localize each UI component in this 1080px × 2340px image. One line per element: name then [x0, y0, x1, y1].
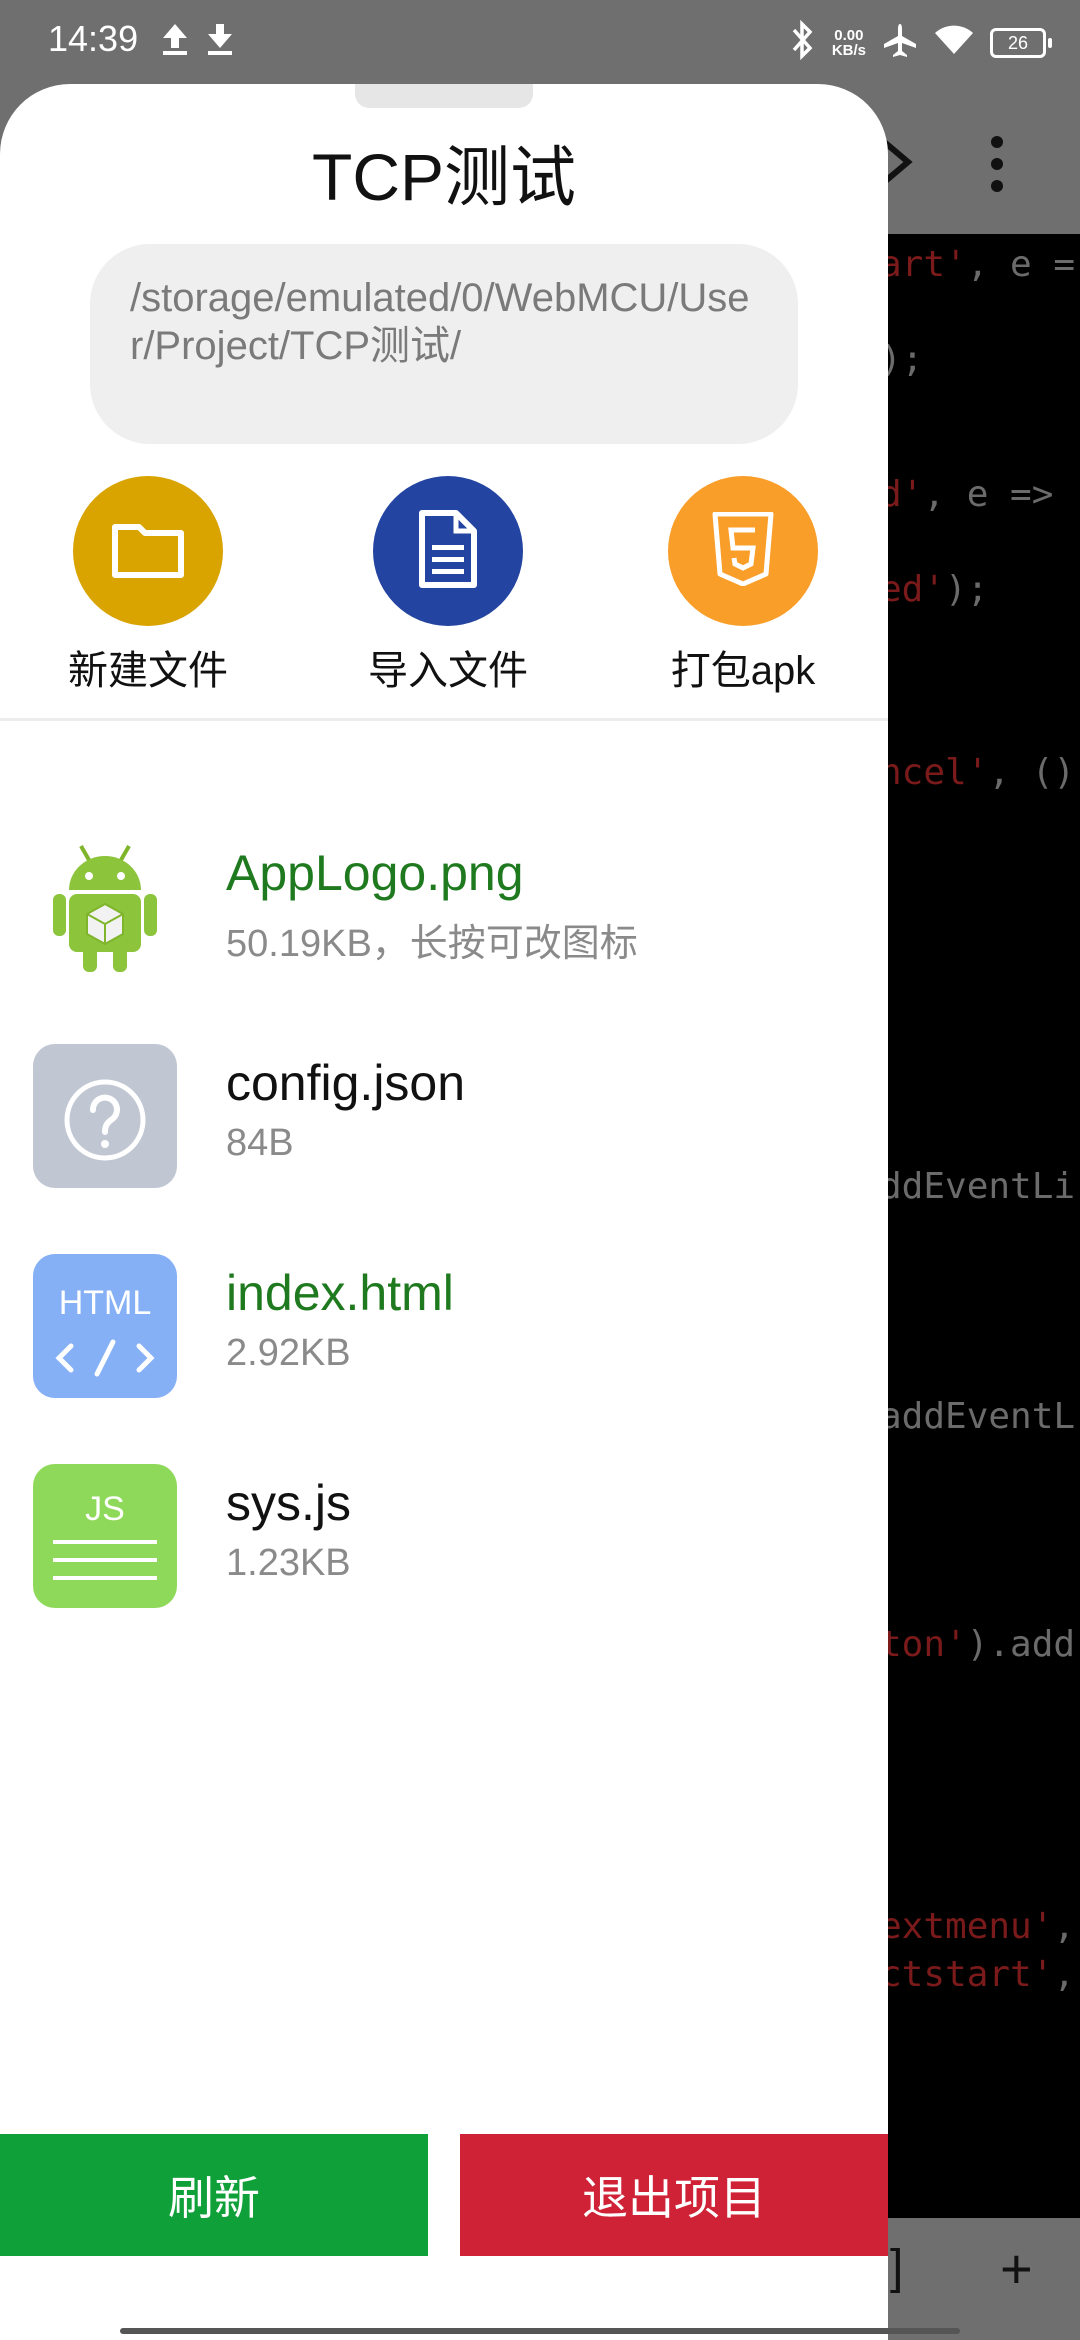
unknown-file-icon — [33, 1044, 177, 1188]
code-line: ctstart', — [880, 1954, 1075, 1995]
android-icon — [33, 834, 177, 978]
code-string: ton' — [880, 1624, 967, 1665]
file-name: config.json — [226, 1055, 466, 1111]
new-file-button[interactable]: 新建文件 — [48, 476, 248, 696]
code-text: , e => — [923, 474, 1054, 515]
project-title: TCP测试 — [312, 140, 576, 214]
project-path: /storage/emulated/0/WebMCU/User/Project/… — [90, 244, 798, 444]
html-file-icon: HTML — [33, 1254, 177, 1398]
code-text: , — [1053, 1954, 1076, 1995]
code-text: ); — [945, 569, 989, 610]
download-icon — [205, 22, 235, 61]
svg-text:JS: JS — [85, 1490, 125, 1528]
code-line: art', e = — [880, 244, 1075, 285]
bracket-key[interactable]: ] — [890, 2240, 903, 2295]
airplane-icon — [882, 22, 918, 63]
folder-icon — [109, 517, 187, 586]
drag-handle[interactable] — [355, 84, 533, 108]
file-name: sys.js — [226, 1475, 351, 1531]
file-meta: 1.23KB — [226, 1542, 351, 1584]
import-file-circle[interactable] — [373, 476, 523, 626]
code-text: , — [1053, 1906, 1076, 1947]
file-meta: 2.92KB — [226, 1332, 351, 1374]
file-item-index[interactable]: HTML index.html 2.92KB — [0, 1234, 888, 1404]
file-meta: 50.19KB，长按可改图标 — [226, 923, 638, 965]
new-file-circle[interactable] — [73, 476, 223, 626]
code-line: ncel', () — [880, 752, 1075, 793]
document-icon — [416, 509, 480, 594]
code-line: addEventL — [880, 1396, 1075, 1437]
file-name: AppLogo.png — [226, 845, 524, 901]
gesture-bar — [120, 2328, 960, 2334]
code-string: ed' — [880, 569, 946, 610]
code-text: , e = — [966, 244, 1076, 285]
import-file-button[interactable]: 导入文件 — [348, 476, 548, 696]
code-line: extmenu', — [880, 1906, 1075, 1947]
upload-icon — [160, 22, 190, 61]
html5-icon — [711, 511, 775, 591]
status-time: 14:39 — [48, 18, 139, 59]
net-speed: 0.00 KB/s — [832, 28, 866, 58]
code-text: ).add — [966, 1624, 1076, 1665]
package-apk-circle[interactable] — [668, 476, 818, 626]
bluetooth-icon — [788, 19, 816, 65]
add-icon[interactable]: + — [1000, 2236, 1033, 2301]
package-apk-button[interactable]: 打包apk — [643, 476, 843, 696]
wifi-icon — [934, 24, 974, 61]
code-line: ddEventLi — [880, 1166, 1075, 1207]
more-options-icon[interactable] — [985, 134, 1009, 199]
import-file-label: 导入文件 — [368, 649, 528, 693]
divider — [0, 718, 888, 721]
refresh-button[interactable]: 刷新 — [0, 2134, 428, 2256]
code-string: art' — [880, 244, 967, 285]
net-speed-unit: KB/s — [831, 41, 866, 59]
code-text: , () — [988, 752, 1076, 793]
file-meta: 84B — [226, 1122, 294, 1164]
code-line: ed'); — [880, 569, 988, 610]
code-line: ton').add — [880, 1624, 1075, 1665]
status-bar: 14:39 0.00 KB/s 26 — [0, 0, 1080, 84]
file-name: index.html — [226, 1265, 454, 1321]
package-apk-label: 打包apk — [670, 649, 816, 693]
battery-indicator: 26 — [990, 27, 1052, 58]
code-text: ddEventLi — [880, 1166, 1076, 1207]
code-string: extmenu' — [880, 1906, 1054, 1947]
code-line: d', e => — [880, 474, 1053, 515]
exit-project-button[interactable]: 退出项目 — [460, 2134, 888, 2256]
new-file-label: 新建文件 — [68, 649, 228, 693]
net-speed-value: 0.00 — [834, 26, 864, 44]
code-text: addEventL — [880, 1396, 1076, 1437]
file-item-applogo[interactable]: AppLogo.png 50.19KB，长按可改图标 — [0, 814, 888, 984]
svg-text:HTML: HTML — [59, 1284, 152, 1322]
file-item-config[interactable]: config.json 84B — [0, 1024, 888, 1194]
file-item-sys[interactable]: JS sys.js 1.23KB — [0, 1444, 888, 1614]
js-file-icon: JS — [33, 1464, 177, 1608]
project-drawer: TCP测试 /storage/emulated/0/WebMCU/User/Pr… — [0, 84, 888, 2340]
code-string: ncel' — [880, 752, 989, 793]
code-string: ctstart' — [880, 1954, 1054, 1995]
